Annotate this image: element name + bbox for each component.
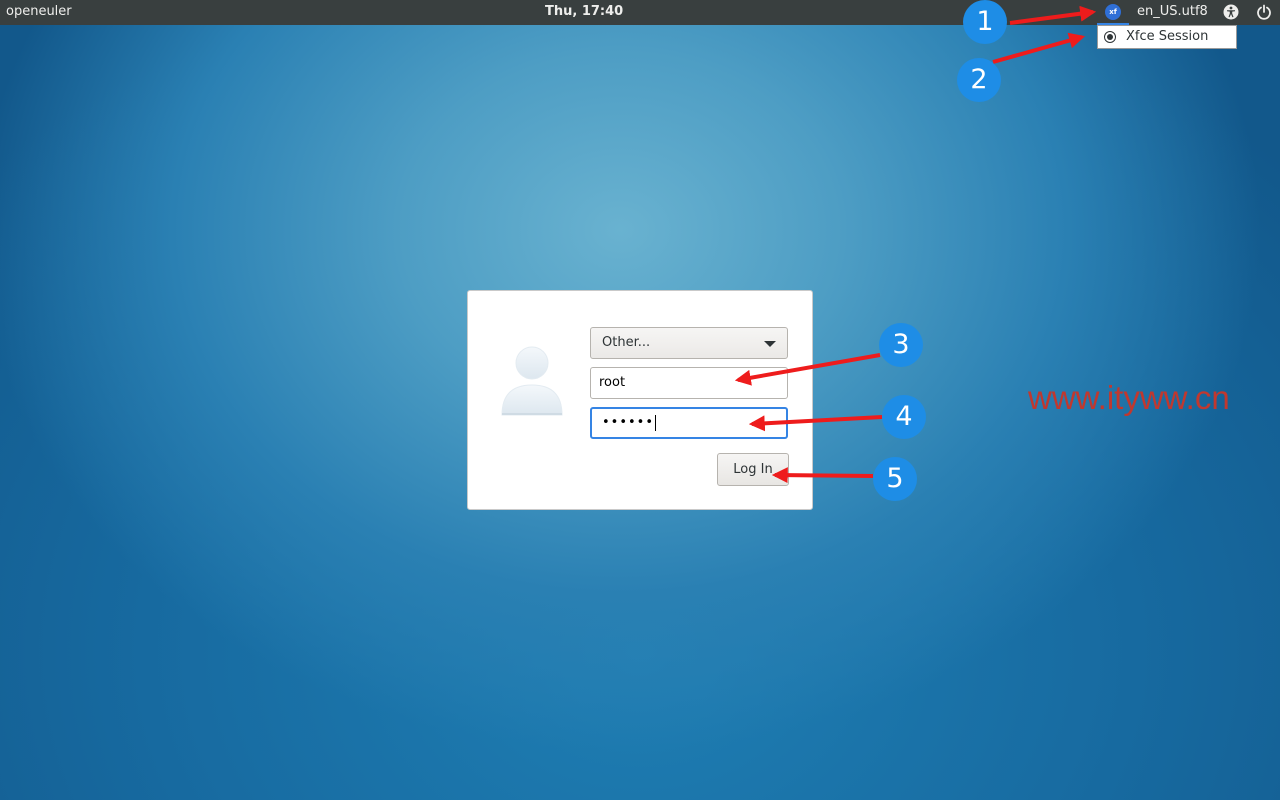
annotation-arrow-4 [748,415,883,432]
annotation-badge-4: 4 [882,395,926,439]
annotation-badge-2: 2 [957,58,1001,102]
annotation-arrow-1 [1009,5,1097,25]
annotation-arrow-3 [734,353,881,386]
annotation-arrow-2 [992,32,1086,64]
annotation-arrows [734,5,1097,484]
annotation-arrow-5 [771,467,874,484]
annotation-badge-5: 5 [873,457,917,501]
annotation-badge-1: 1 [963,0,1007,44]
annotation-badge-3: 3 [879,323,923,367]
